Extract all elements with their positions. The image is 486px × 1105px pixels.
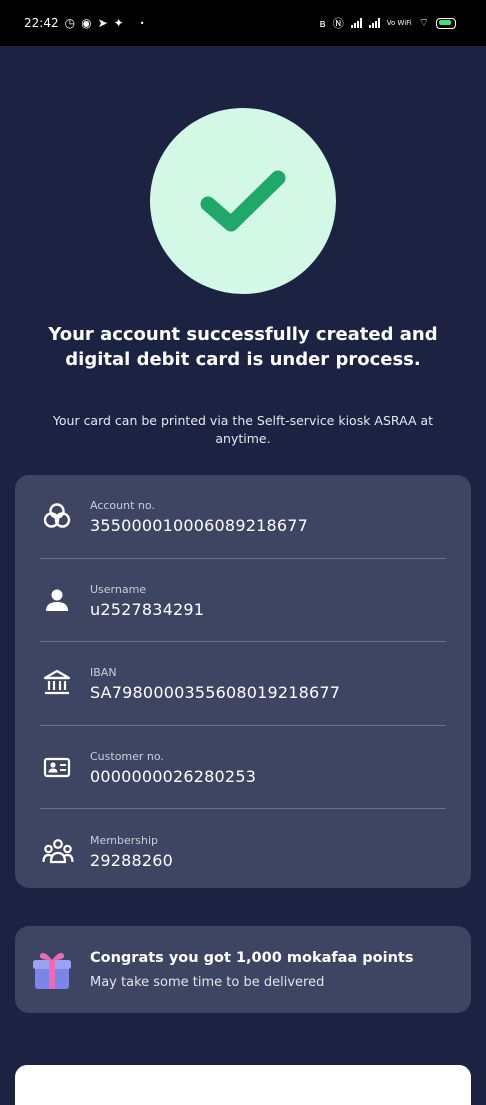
- user-icon: [42, 582, 78, 618]
- membership-label: Membership: [90, 833, 158, 847]
- membership-row: Membership 29288260: [40, 809, 446, 893]
- checkmark-icon: [200, 170, 286, 232]
- bank-icon: [42, 665, 78, 701]
- id-card-icon: [42, 749, 78, 785]
- status-bar-left: 22:42 ◷ ◉ ➤ ✦ •: [24, 16, 144, 30]
- customer-number-value: 0000000026280253: [90, 766, 257, 786]
- account-number-value: 355000010006089218677: [90, 516, 308, 536]
- status-time: 22:42: [24, 16, 59, 30]
- username-label: Username: [90, 582, 147, 596]
- status-bar-right: ʙ Ⓝ Vo WiFi ⌔: [319, 15, 456, 31]
- mokafaa-points-card[interactable]: Congrats you got 1,000 mokafaa points Ma…: [15, 926, 471, 1013]
- customer-number-label: Customer no.: [90, 749, 164, 763]
- alarm-icon: ◷: [64, 16, 76, 30]
- membership-value: 29288260: [90, 850, 174, 870]
- success-headline: Your account successfully created and di…: [48, 324, 438, 370]
- battery-icon: [436, 17, 456, 29]
- status-bar: 22:42 ◷ ◉ ➤ ✦ • ʙ Ⓝ Vo WiFi ⌔: [0, 0, 486, 46]
- dot-icon: •: [139, 18, 145, 28]
- account-number-row: Account no. 355000010006089218677: [40, 475, 446, 559]
- telegram-icon: ➤: [97, 16, 108, 30]
- nfc-icon: Ⓝ: [332, 17, 344, 30]
- signal-icon: [350, 18, 362, 28]
- whatsapp-icon: ◉: [81, 16, 92, 30]
- iban-value: SA7980000355608019218677: [90, 683, 341, 703]
- iban-row: IBAN SA7980000355608019218677: [40, 642, 446, 726]
- points-subtitle: May take some time to be delivered: [90, 974, 325, 990]
- username-row: Username u2527834291: [40, 559, 446, 642]
- iban-label: IBAN: [90, 666, 117, 680]
- success-subtext: Your card can be printed via the Selft-s…: [52, 413, 434, 446]
- customer-number-row: Customer no. 0000000026280253: [40, 726, 446, 809]
- twitter-icon: ✦: [113, 16, 124, 30]
- wifi-icon: ⌔: [418, 16, 429, 29]
- bottom-action-button[interactable]: [15, 1065, 471, 1105]
- bluetooth-icon: ʙ: [319, 16, 326, 30]
- points-title: Congrats you got 1,000 mokafaa points: [90, 949, 414, 966]
- account-number-label: Account no.: [90, 499, 155, 513]
- account-rings-icon: [42, 498, 78, 534]
- signal-icon-2: [368, 18, 380, 28]
- gift-icon: [33, 952, 71, 989]
- success-check-circle: [150, 108, 336, 294]
- vowifi-icon: Vo WiFi: [386, 18, 412, 27]
- group-icon: [42, 833, 78, 869]
- account-details-card: Account no. 355000010006089218677 Userna…: [15, 475, 471, 888]
- username-value: u2527834291: [90, 599, 205, 619]
